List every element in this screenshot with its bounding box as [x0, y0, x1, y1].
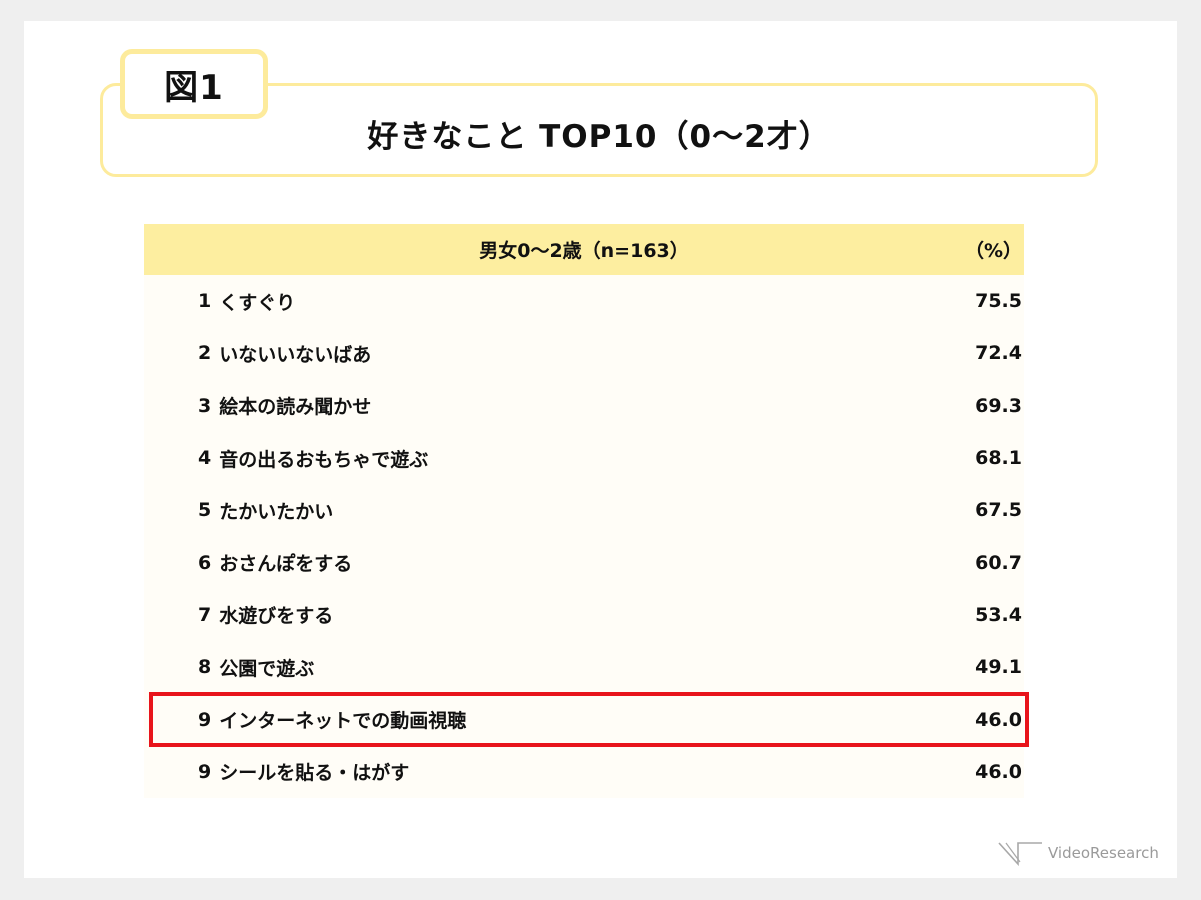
row-label: たかいたかい	[219, 500, 334, 523]
row-label: くすぐり	[219, 291, 296, 314]
row-label: インターネットでの動画視聴	[219, 710, 467, 733]
row-rank: 3	[198, 394, 212, 417]
table-row: 5 たかいたかい 67.5	[144, 484, 1024, 536]
row-label: 音の出るおもちゃで遊ぶ	[219, 448, 429, 471]
row-value: 49.1	[975, 656, 1022, 679]
row-label: シールを貼る・はがす	[219, 762, 410, 785]
row-label: いないいないばあ	[219, 343, 372, 366]
row-rank: 9	[198, 708, 212, 731]
table-header-title: 男女0〜2歳（n=163）	[479, 240, 689, 262]
unit-label: （%）	[964, 240, 1022, 262]
row-value: 69.3	[975, 394, 1022, 417]
video-research-logo: VideoResearch	[998, 838, 1159, 868]
logo-text: VideoResearch	[1048, 844, 1159, 862]
row-value: 75.5	[975, 290, 1022, 313]
table-row: 8 公園で遊ぶ 49.1	[144, 641, 1024, 693]
row-value: 68.1	[975, 447, 1022, 470]
row-value: 67.5	[975, 499, 1022, 522]
row-rank: 5	[198, 499, 212, 522]
row-label: おさんぽをする	[219, 553, 353, 576]
row-value: 60.7	[975, 551, 1022, 574]
row-value: 53.4	[975, 603, 1022, 626]
row-value: 72.4	[975, 342, 1022, 365]
table-row: 9 シールを貼る・はがす 46.0	[144, 746, 1024, 798]
row-rank: 2	[198, 342, 212, 365]
table-row: 6 おさんぽをする 60.7	[144, 536, 1024, 588]
table-row: 4 音の出るおもちゃで遊ぶ 68.1	[144, 432, 1024, 484]
table-row-highlighted: 9 インターネットでの動画視聴 46.0	[144, 692, 1029, 747]
table-row: 7 水遊びをする 53.4	[144, 589, 1024, 641]
table-row: 2 いないいないばあ 72.4	[144, 327, 1024, 379]
row-value: 46.0	[975, 708, 1022, 731]
row-rank: 7	[198, 603, 212, 626]
table-row: 1 くすぐり 75.5	[144, 275, 1024, 327]
figure-title: 好きなこと TOP10（0〜2才）	[367, 118, 831, 155]
row-value: 46.0	[975, 760, 1022, 783]
row-rank: 6	[198, 551, 212, 574]
row-rank: 8	[198, 656, 212, 679]
video-research-logo-icon	[998, 842, 1042, 866]
row-label: 水遊びをする	[219, 605, 334, 628]
table-row: 3 絵本の読み聞かせ 69.3	[144, 380, 1024, 432]
row-label: 絵本の読み聞かせ	[219, 396, 372, 419]
row-rank: 9	[198, 760, 212, 783]
table-body: 1 くすぐり 75.5 2 いないいないばあ 72.4 3 絵本の読み聞かせ 69.3 4 音の出る…	[144, 275, 1029, 798]
ranking-table: 男女0〜2歳（n=163） （%） 1 くすぐり 75.5 2 いないいないばあ 72.4…	[144, 224, 1029, 798]
row-rank: 1	[198, 290, 212, 313]
table-header: 男女0〜2歳（n=163） （%）	[144, 224, 1024, 275]
row-label: 公園で遊ぶ	[219, 657, 315, 680]
row-rank: 4	[198, 447, 212, 470]
